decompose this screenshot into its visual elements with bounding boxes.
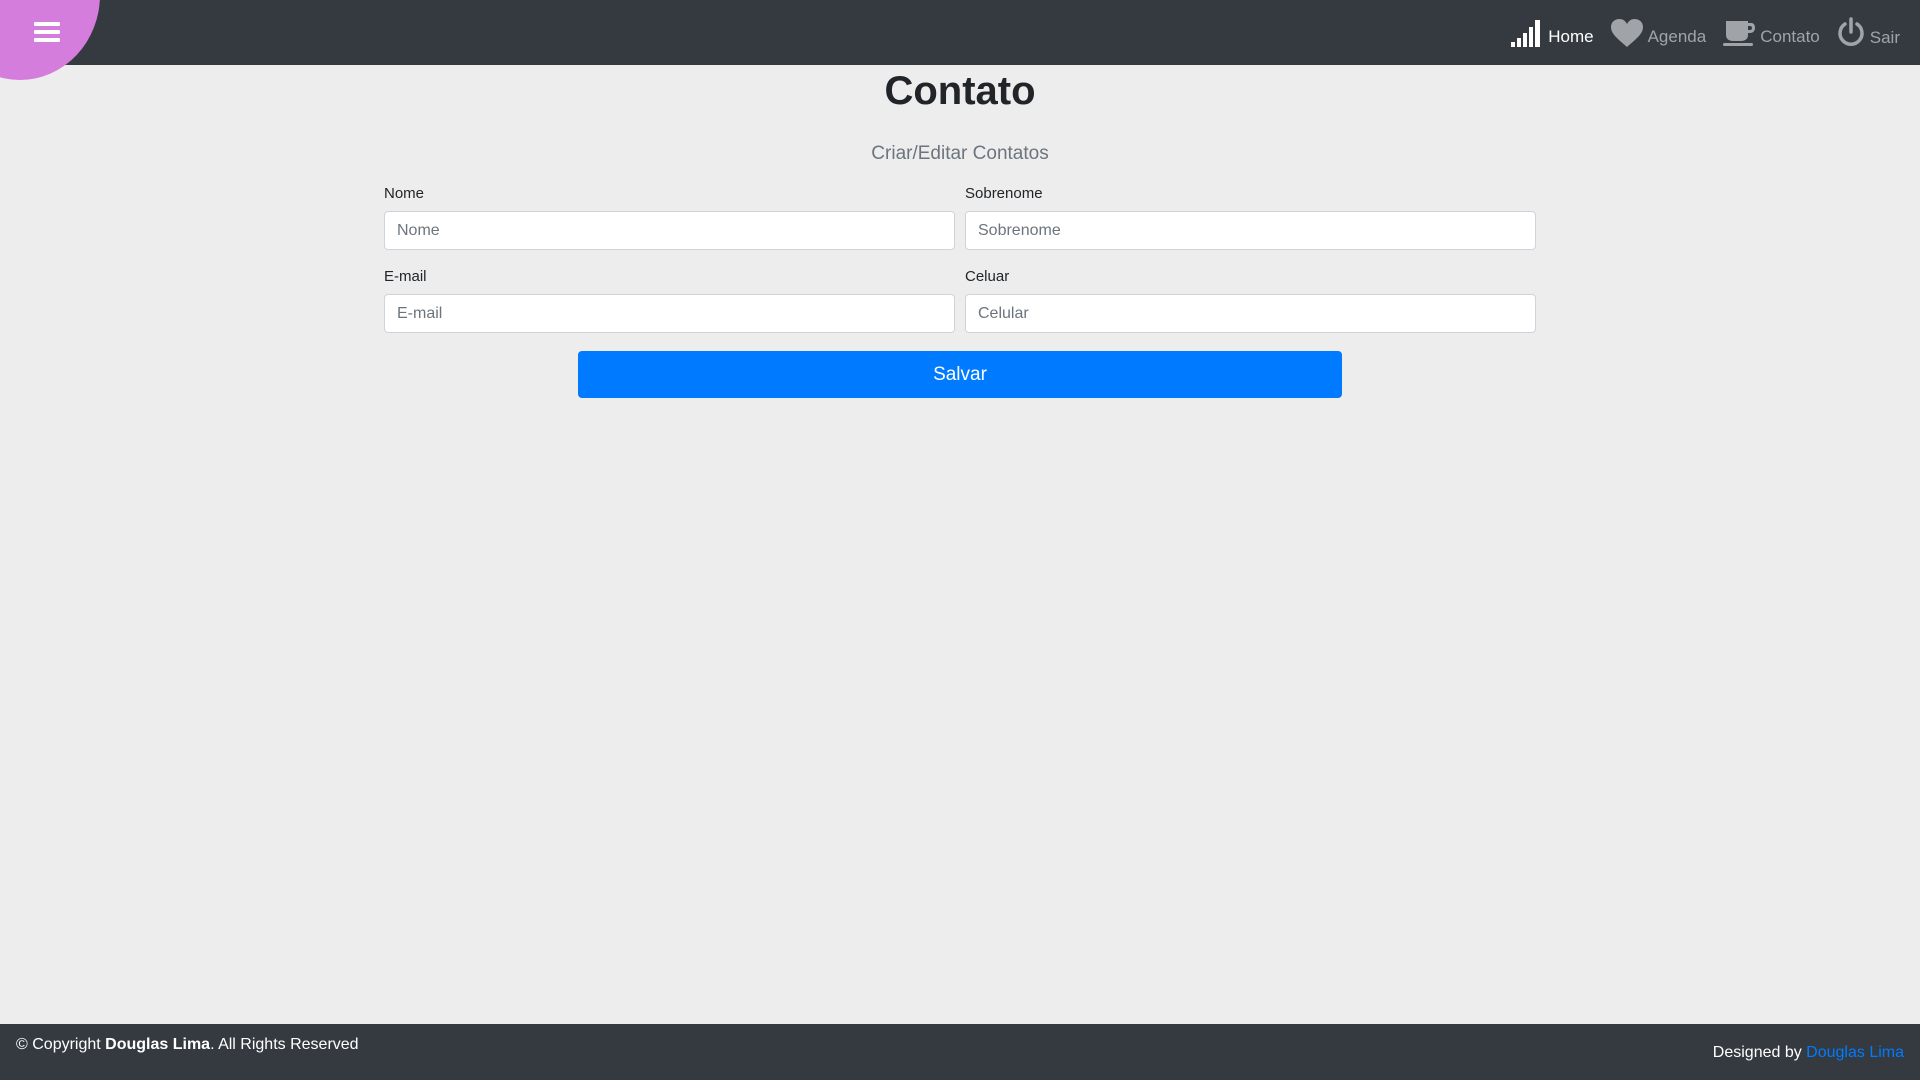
form-row-names: Nome Sobrenome — [384, 185, 1536, 250]
form-row-contact: E-mail Celuar — [384, 268, 1536, 333]
nav-item-agenda[interactable]: Agenda — [1610, 18, 1707, 48]
sobrenome-label: Sobrenome — [965, 185, 1043, 202]
sobrenome-group: Sobrenome — [965, 185, 1536, 250]
designed-by: Designed by Douglas Lima — [1713, 1044, 1904, 1062]
sobrenome-input[interactable] — [965, 211, 1536, 250]
celular-input[interactable] — [965, 294, 1536, 333]
nome-input[interactable] — [384, 211, 955, 250]
coffee-cup-icon — [1722, 18, 1756, 48]
designed-by-prefix: Designed by — [1712, 1044, 1807, 1061]
top-navbar: Home Agenda Contato Sair — [0, 0, 1920, 80]
signal-bars-icon — [1511, 18, 1544, 48]
nome-group: Nome — [384, 185, 955, 250]
page-subtitle: Criar/Editar Contatos — [871, 143, 1049, 164]
nav-label-contato: Contato — [1760, 26, 1820, 46]
contact-form: Nome Sobrenome E-mail Celuar Salvar — [384, 185, 1536, 398]
nav-label-agenda: Agenda — [1647, 26, 1707, 46]
copyright-suffix: . All Rights Reserved — [210, 1036, 359, 1053]
nav-label-home: Home — [1548, 26, 1594, 46]
copyright-text: © Copyright Douglas Lima. All Rights Res… — [16, 1036, 359, 1054]
hamburger-menu-icon[interactable] — [34, 22, 60, 42]
nav-label-sair: Sair — [1869, 27, 1900, 47]
save-button[interactable]: Salvar — [578, 351, 1342, 398]
celular-label: Celuar — [965, 268, 1010, 285]
copyright-name: Douglas Lima — [105, 1036, 211, 1053]
email-input[interactable] — [384, 294, 955, 333]
heart-icon — [1610, 18, 1644, 48]
nav-item-home[interactable]: Home — [1511, 18, 1594, 48]
main-nav: Home Agenda Contato Sair — [1511, 0, 1900, 65]
designer-link[interactable]: Douglas Lima — [1806, 1044, 1904, 1061]
nav-item-sair[interactable]: Sair — [1836, 16, 1900, 49]
email-label: E-mail — [384, 268, 427, 285]
page-footer: © Copyright Douglas Lima. All Rights Res… — [0, 1024, 1920, 1080]
celular-group: Celuar — [965, 268, 1536, 333]
nav-item-contato[interactable]: Contato — [1722, 18, 1820, 48]
nome-label: Nome — [384, 185, 425, 202]
power-icon — [1836, 16, 1866, 49]
page-title: Contato — [884, 69, 1036, 113]
email-group: E-mail — [384, 268, 955, 333]
copyright-prefix: © Copyright — [16, 1036, 106, 1053]
